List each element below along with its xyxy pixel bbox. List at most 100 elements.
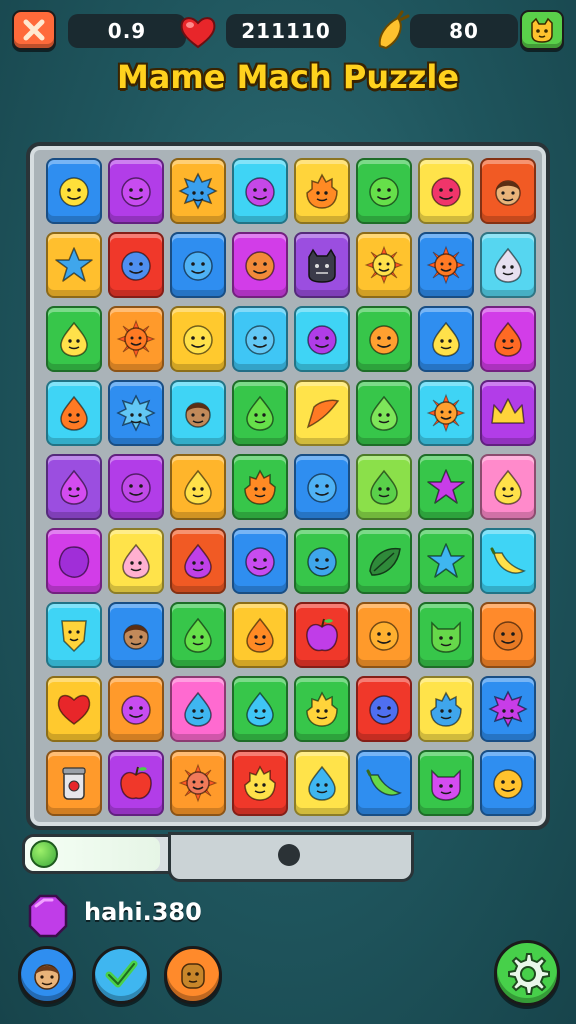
tile-r1-c1[interactable] <box>46 158 102 224</box>
profile-button[interactable] <box>520 10 564 50</box>
tile-r4-c1[interactable] <box>46 380 102 446</box>
tile-r7-c5[interactable] <box>294 602 350 668</box>
cat-icon <box>431 769 461 801</box>
tile-r6-c4[interactable] <box>232 528 288 594</box>
tile-r1-c2[interactable] <box>108 158 164 224</box>
tile-r6-c3[interactable] <box>170 528 226 594</box>
face-icon <box>307 473 337 503</box>
tile-r9-c1[interactable] <box>46 750 102 816</box>
tile-r1-c7[interactable] <box>418 158 474 224</box>
tile-r2-c1[interactable] <box>46 232 102 298</box>
tile-r6-c6[interactable] <box>356 528 412 594</box>
tile-r3-c7[interactable] <box>418 306 474 372</box>
check-button[interactable] <box>92 946 150 1004</box>
tile-r6-c1[interactable] <box>46 528 102 594</box>
tile-r6-c7[interactable] <box>418 528 474 594</box>
tile-r9-c7[interactable] <box>418 750 474 816</box>
tile-r8-c1[interactable] <box>46 676 102 742</box>
tile-r3-c4[interactable] <box>232 306 288 372</box>
face-icon <box>121 473 151 503</box>
person-icon <box>495 180 521 206</box>
banana-icon <box>366 769 402 796</box>
face-icon <box>183 325 213 355</box>
avatar-button[interactable] <box>18 946 76 1004</box>
tile-r6-c8[interactable] <box>480 528 536 594</box>
tile-r1-c8[interactable] <box>480 158 536 224</box>
tile-r8-c3[interactable] <box>170 676 226 742</box>
tile-r9-c3[interactable] <box>170 750 226 816</box>
tile-r4-c6[interactable] <box>356 380 412 446</box>
tile-r3-c5[interactable] <box>294 306 350 372</box>
tile-r7-c2[interactable] <box>108 602 164 668</box>
spiky-icon <box>488 690 528 728</box>
bear-button[interactable] <box>164 946 222 1004</box>
tile-r9-c4[interactable] <box>232 750 288 816</box>
tile-r1-c4[interactable] <box>232 158 288 224</box>
score-display: 211110 <box>226 14 346 48</box>
tile-r7-c1[interactable] <box>46 602 102 668</box>
tile-r6-c5[interactable] <box>294 528 350 594</box>
tile-r7-c6[interactable] <box>356 602 412 668</box>
bear-icon <box>181 963 205 989</box>
tile-r1-c5[interactable] <box>294 158 350 224</box>
monster-icon <box>308 248 336 283</box>
tile-r6-c2[interactable] <box>108 528 164 594</box>
tile-r2-c8[interactable] <box>480 232 536 298</box>
tile-r9-c2[interactable] <box>108 750 164 816</box>
tile-r2-c5[interactable] <box>294 232 350 298</box>
tile-r2-c3[interactable] <box>170 232 226 298</box>
settings-button[interactable] <box>494 940 560 1006</box>
tile-r2-c7[interactable] <box>418 232 474 298</box>
tile-r1-c3[interactable] <box>170 158 226 224</box>
tile-r5-c5[interactable] <box>294 454 350 520</box>
tile-r5-c8[interactable] <box>480 454 536 520</box>
tile-r5-c6[interactable] <box>356 454 412 520</box>
tile-r8-c6[interactable] <box>356 676 412 742</box>
tile-r2-c2[interactable] <box>108 232 164 298</box>
tile-r7-c7[interactable] <box>418 602 474 668</box>
tile-r5-c1[interactable] <box>46 454 102 520</box>
tile-r3-c2[interactable] <box>108 306 164 372</box>
tile-r5-c3[interactable] <box>170 454 226 520</box>
tile-r3-c8[interactable] <box>480 306 536 372</box>
tile-r9-c8[interactable] <box>480 750 536 816</box>
apple-icon <box>306 618 338 652</box>
timer-display: 0.9 <box>68 14 186 48</box>
drop-icon <box>494 247 522 283</box>
slider-knob-icon[interactable] <box>278 844 300 866</box>
leaf-icon <box>306 399 340 429</box>
tile-r8-c7[interactable] <box>418 676 474 742</box>
close-button[interactable] <box>12 10 56 50</box>
tile-r4-c4[interactable] <box>232 380 288 446</box>
tile-r4-c3[interactable] <box>170 380 226 446</box>
tile-r2-c6[interactable] <box>356 232 412 298</box>
tile-r7-c3[interactable] <box>170 602 226 668</box>
tile-r3-c3[interactable] <box>170 306 226 372</box>
tile-r4-c8[interactable] <box>480 380 536 446</box>
tile-r2-c4[interactable] <box>232 232 288 298</box>
fire-icon <box>306 691 338 727</box>
tile-r3-c6[interactable] <box>356 306 412 372</box>
tile-r5-c7[interactable] <box>418 454 474 520</box>
face-icon <box>245 251 275 281</box>
tile-r8-c2[interactable] <box>108 676 164 742</box>
cat-icon <box>431 621 461 653</box>
tile-r8-c8[interactable] <box>480 676 536 742</box>
tile-r4-c5[interactable] <box>294 380 350 446</box>
tile-r9-c6[interactable] <box>356 750 412 816</box>
tile-r7-c8[interactable] <box>480 602 536 668</box>
tile-r4-c2[interactable] <box>108 380 164 446</box>
tile-r1-c6[interactable] <box>356 158 412 224</box>
drop-icon <box>60 395 88 431</box>
tile-r5-c4[interactable] <box>232 454 288 520</box>
tile-r8-c4[interactable] <box>232 676 288 742</box>
tile-r8-c5[interactable] <box>294 676 350 742</box>
shield-icon <box>61 620 87 653</box>
person-icon <box>185 402 211 428</box>
tile-r4-c7[interactable] <box>418 380 474 446</box>
tile-r9-c5[interactable] <box>294 750 350 816</box>
tile-r3-c1[interactable] <box>46 306 102 372</box>
tile-r5-c2[interactable] <box>108 454 164 520</box>
gem-count-label: hahi.380 <box>84 898 202 926</box>
tile-r7-c4[interactable] <box>232 602 288 668</box>
